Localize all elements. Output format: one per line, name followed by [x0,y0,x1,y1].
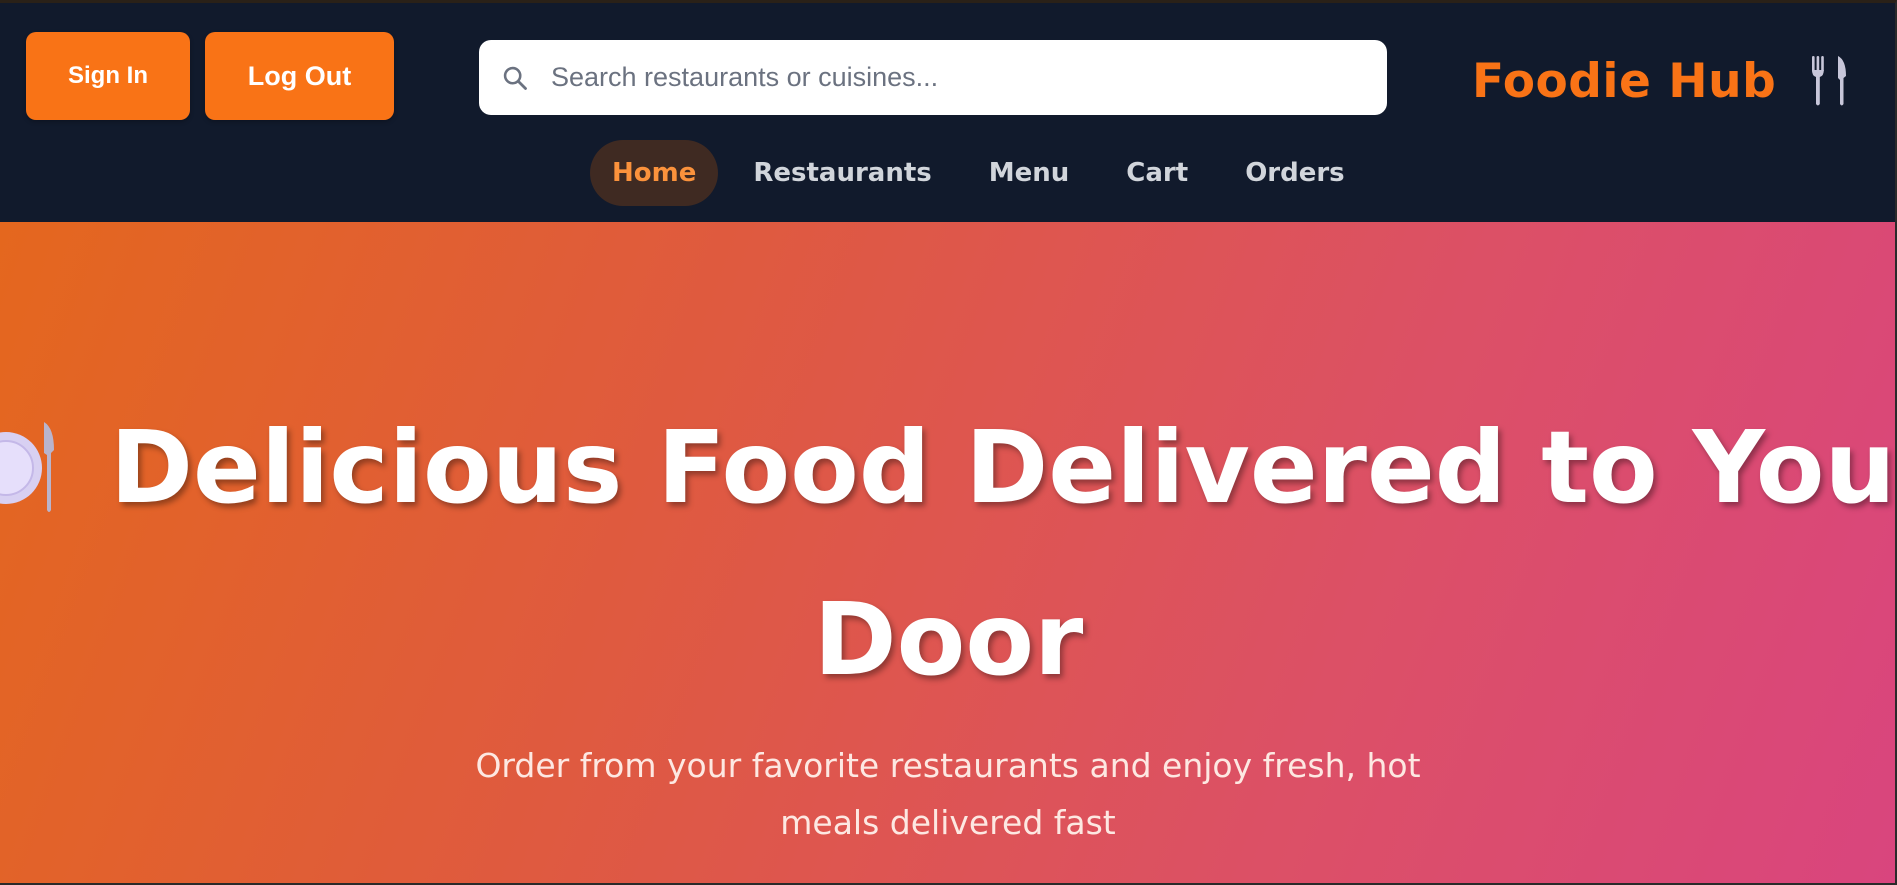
nav-menu[interactable]: Menu [967,140,1092,206]
nav-orders[interactable]: Orders [1223,140,1366,206]
nav-restaurants[interactable]: Restaurants [731,140,953,206]
search-input[interactable] [551,62,1371,93]
brand-name: Foodie Hub [1472,53,1777,109]
fork-knife-icon [1812,56,1847,106]
top-header: Sign In Log Out Foodie Hub Home Re [0,3,1895,222]
sign-in-button[interactable]: Sign In [26,32,190,120]
nav-home[interactable]: Home [590,140,719,206]
page: Sign In Log Out Foodie Hub Home Re [0,0,1897,885]
log-out-button[interactable]: Log Out [205,32,394,120]
nav-cart[interactable]: Cart [1104,140,1210,206]
hero-title-line1-wrap: Delicious Food Delivered to Your [0,382,1897,554]
hero-title-line1: Delicious Food Delivered to Your [110,409,1897,526]
hero-subtitle: Order from your favorite restaurants and… [475,746,1421,842]
plate-with-cutlery-icon [0,422,55,512]
hero-title-line2: Door [813,581,1084,698]
brand-logo[interactable]: Foodie Hub [1472,49,1850,113]
search-bar[interactable] [479,40,1387,115]
hero-title: Delicious Food Delivered to Your Door [0,382,1897,726]
search-icon [503,66,527,90]
main-nav: Home Restaurants Menu Cart Orders [590,139,1380,207]
hero-section: Delicious Food Delivered to Your Door Or… [0,222,1897,883]
